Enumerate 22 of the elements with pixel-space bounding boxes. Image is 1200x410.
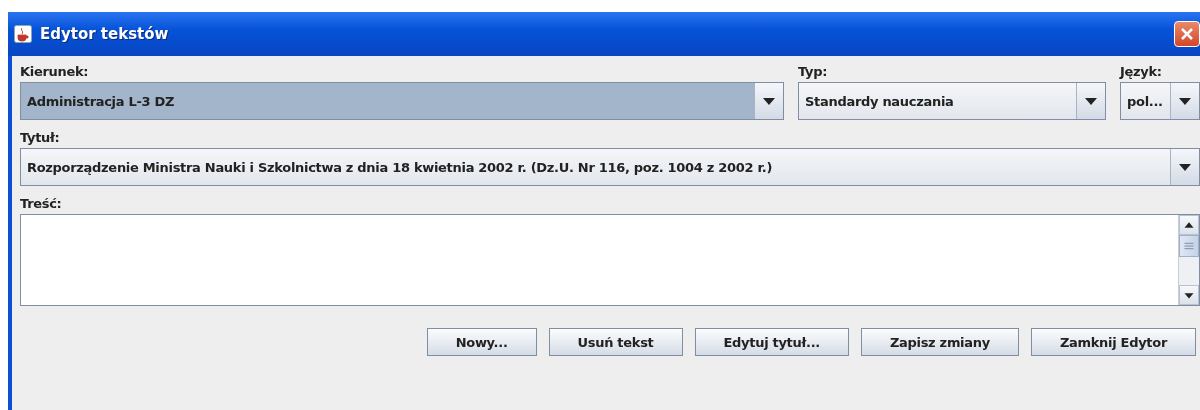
action-button[interactable]: Nowy... (426, 328, 537, 356)
action-button[interactable]: Usuń tekst (548, 328, 683, 356)
dropdown[interactable]: Standardy nauczania (798, 82, 1106, 120)
dropdown[interactable]: pol... (1120, 82, 1200, 120)
scroll-up-icon[interactable] (1179, 215, 1199, 235)
close-button[interactable] (1174, 21, 1200, 47)
java-cup-icon (14, 25, 32, 43)
action-button[interactable]: Zamknij Edytor (1030, 328, 1196, 356)
action-button[interactable]: Edytuj tytuł... (694, 328, 849, 356)
field-label: Język: (1120, 64, 1163, 79)
field-label: Typ: (798, 64, 829, 79)
field-label: Kierunek: (20, 64, 90, 79)
scroll-down-icon[interactable] (1179, 285, 1199, 305)
scrollbar[interactable] (1178, 215, 1199, 305)
dropdown[interactable]: Rozporządzenie Ministra Nauki i Szkolnictwa z dnia 18 kwietnia 2002 r. (Dz.U. Nr 116, poz. 1004 z 2002 r.) (20, 148, 1200, 186)
action-button[interactable]: Zapisz zmiany (860, 328, 1019, 356)
window-title: Edytor tekstów (40, 25, 170, 43)
scroll-thumb[interactable] (1179, 235, 1199, 257)
field-label: Treść: (20, 196, 63, 211)
dropdown[interactable]: Administracja L-3 DZ (20, 82, 784, 120)
field-label: Tytuł: (20, 130, 61, 145)
close-icon (1180, 27, 1194, 41)
